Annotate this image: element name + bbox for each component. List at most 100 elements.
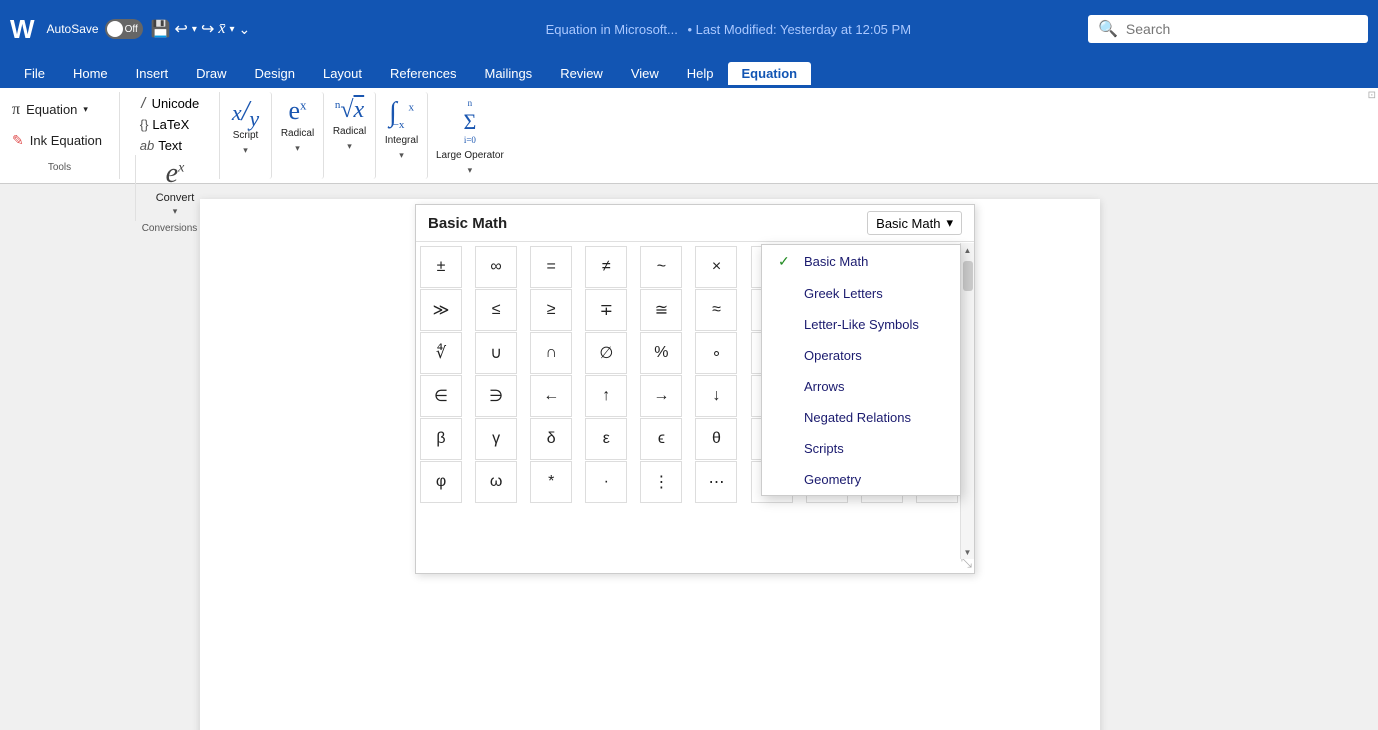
vertical-scrollbar[interactable]: ▲ ▼ — [960, 243, 974, 559]
radical-button[interactable]: ex Radical ▾ — [272, 92, 324, 179]
symbol-cell[interactable]: ⋯ — [695, 461, 737, 503]
symbol-cell[interactable]: ~ — [640, 246, 682, 288]
symbol-cell[interactable]: ∈ — [420, 375, 462, 417]
unicode-button[interactable]: / Unicode — [136, 94, 204, 113]
script-arrow[interactable]: ▾ — [243, 145, 248, 156]
formula-icon[interactable]: x̄ — [218, 20, 225, 38]
symbol-cell[interactable]: ≫ — [420, 289, 462, 331]
symbol-cell[interactable]: ∞ — [475, 246, 517, 288]
symbol-cell[interactable]: ≅ — [640, 289, 682, 331]
symbol-cell[interactable]: ← — [530, 375, 572, 417]
large-operator-arrow[interactable]: ▾ — [468, 165, 473, 176]
tab-home[interactable]: Home — [59, 62, 122, 85]
dropdown-item-scripts[interactable]: Scripts — [762, 433, 960, 464]
symbol-cell[interactable]: ∘ — [695, 332, 737, 374]
text-label: Text — [158, 138, 182, 153]
dropdown-item-letter-like-symbols[interactable]: Letter-Like Symbols — [762, 309, 960, 340]
symbol-cell[interactable]: ω — [475, 461, 517, 503]
symbol-cell[interactable]: ∪ — [475, 332, 517, 374]
tab-file[interactable]: File — [10, 62, 59, 85]
symbol-cell[interactable]: % — [640, 332, 682, 374]
text-button[interactable]: ab Text — [136, 136, 204, 155]
scroll-up-button[interactable]: ▲ — [961, 243, 975, 257]
tab-mailings[interactable]: Mailings — [471, 62, 547, 85]
category-dropdown[interactable]: Basic Math ▾ ✓ Basic Math Greek Letters — [867, 211, 962, 235]
panel-title: Basic Math — [428, 215, 507, 232]
large-operator-button[interactable]: n Σ i=0 Large Operator ▾ — [428, 92, 512, 179]
symbol-cell[interactable]: ↓ — [695, 375, 737, 417]
symbol-cell[interactable]: ε — [585, 418, 627, 460]
symbol-cell[interactable]: δ — [530, 418, 572, 460]
undo-arrow[interactable]: ▾ — [192, 24, 197, 35]
word-icon: W — [10, 14, 35, 45]
symbol-cell[interactable]: φ — [420, 461, 462, 503]
symbol-cell[interactable]: ∅ — [585, 332, 627, 374]
symbol-cell[interactable]: ∓ — [585, 289, 627, 331]
tab-review[interactable]: Review — [546, 62, 617, 85]
search-input[interactable] — [1126, 21, 1326, 37]
convert-dropdown-arrow[interactable]: ▾ — [173, 206, 178, 217]
symbol-cell[interactable]: ↑ — [585, 375, 627, 417]
symbol-cell[interactable]: ∜ — [420, 332, 462, 374]
undo-icon[interactable]: ↩ — [175, 19, 188, 39]
dropdown-item-label: Scripts — [804, 441, 844, 456]
ribbon-tab-bar: File Home Insert Draw Design Layout Refe… — [0, 58, 1378, 88]
scroll-thumb[interactable] — [963, 261, 973, 291]
tab-view[interactable]: View — [617, 62, 673, 85]
search-box[interactable]: 🔍 — [1088, 15, 1368, 43]
conversions-expand[interactable]: ⊡ — [1368, 90, 1376, 101]
tab-design[interactable]: Design — [241, 62, 309, 85]
tab-layout[interactable]: Layout — [309, 62, 376, 85]
scroll-down-button[interactable]: ▼ — [961, 545, 975, 559]
radical-symbol-button[interactable]: n√x Radical ▾ — [324, 92, 376, 179]
tab-insert[interactable]: Insert — [122, 62, 183, 85]
main-content: Basic Math Basic Math ▾ ✓ Basic Math Gre… — [0, 184, 1378, 730]
symbol-cell[interactable]: ≥ — [530, 289, 572, 331]
symbol-cell[interactable]: ⋮ — [640, 461, 682, 503]
integral-button[interactable]: ∫−xx Integral ▾ — [376, 92, 428, 179]
document-title-area: Equation in Microsoft... • Last Modified… — [373, 22, 1078, 37]
equation-button[interactable]: π Equation ▾ — [8, 99, 111, 121]
tab-draw[interactable]: Draw — [182, 62, 240, 85]
dropdown-item-arrows[interactable]: Arrows — [762, 371, 960, 402]
symbol-cell[interactable]: ∩ — [530, 332, 572, 374]
symbol-cell[interactable]: = — [530, 246, 572, 288]
integral-arrow[interactable]: ▾ — [399, 150, 404, 161]
dropdown-item-operators[interactable]: Operators — [762, 340, 960, 371]
ink-equation-button[interactable]: ✎ Ink Equation — [8, 130, 111, 151]
symbol-cell[interactable]: ≠ — [585, 246, 627, 288]
symbol-cell[interactable]: · — [585, 461, 627, 503]
symbol-cell[interactable]: ± — [420, 246, 462, 288]
latex-button[interactable]: {} LaTeX — [136, 115, 204, 134]
dropdown-item-geometry[interactable]: Geometry — [762, 464, 960, 495]
symbol-cell[interactable]: γ — [475, 418, 517, 460]
quick-access-toolbar: 💾 ↩ ▾ ↪ x̄ ▾ ⌄ — [151, 19, 251, 39]
radical-symbol-label: Radical — [333, 126, 366, 137]
redo-icon[interactable]: ↪ — [201, 19, 214, 39]
symbol-cell[interactable]: ≤ — [475, 289, 517, 331]
symbol-cell[interactable]: × — [695, 246, 737, 288]
symbol-cell[interactable]: θ — [695, 418, 737, 460]
symbol-cell[interactable]: β — [420, 418, 462, 460]
symbol-cell[interactable]: → — [640, 375, 682, 417]
autosave-toggle[interactable]: Off — [105, 19, 143, 39]
convert-button[interactable]: ex Convert ▾ — [146, 155, 205, 221]
integral-icon: ∫−xx — [389, 98, 414, 131]
script-button[interactable]: x/y Script ▾ — [220, 92, 272, 179]
tab-references[interactable]: References — [376, 62, 470, 85]
dropdown-item-basic-math[interactable]: ✓ Basic Math — [762, 245, 960, 278]
symbol-cell[interactable]: ∋ — [475, 375, 517, 417]
symbol-cell[interactable]: ϵ — [640, 418, 682, 460]
save-icon[interactable]: 💾 — [151, 19, 171, 39]
dropdown-item-negated-relations[interactable]: Negated Relations — [762, 402, 960, 433]
customize-icon[interactable]: ⌄ — [239, 21, 251, 38]
symbol-cell[interactable]: * — [530, 461, 572, 503]
symbol-cell[interactable]: ≈ — [695, 289, 737, 331]
radical-symbol-arrow[interactable]: ▾ — [347, 141, 352, 152]
tab-help[interactable]: Help — [673, 62, 728, 85]
tab-equation[interactable]: Equation — [728, 62, 812, 85]
more-icon[interactable]: ▾ — [229, 24, 234, 35]
radical-arrow[interactable]: ▾ — [295, 143, 300, 154]
equation-dropdown-arrow[interactable]: ▾ — [83, 104, 88, 115]
dropdown-item-greek-letters[interactable]: Greek Letters — [762, 278, 960, 309]
